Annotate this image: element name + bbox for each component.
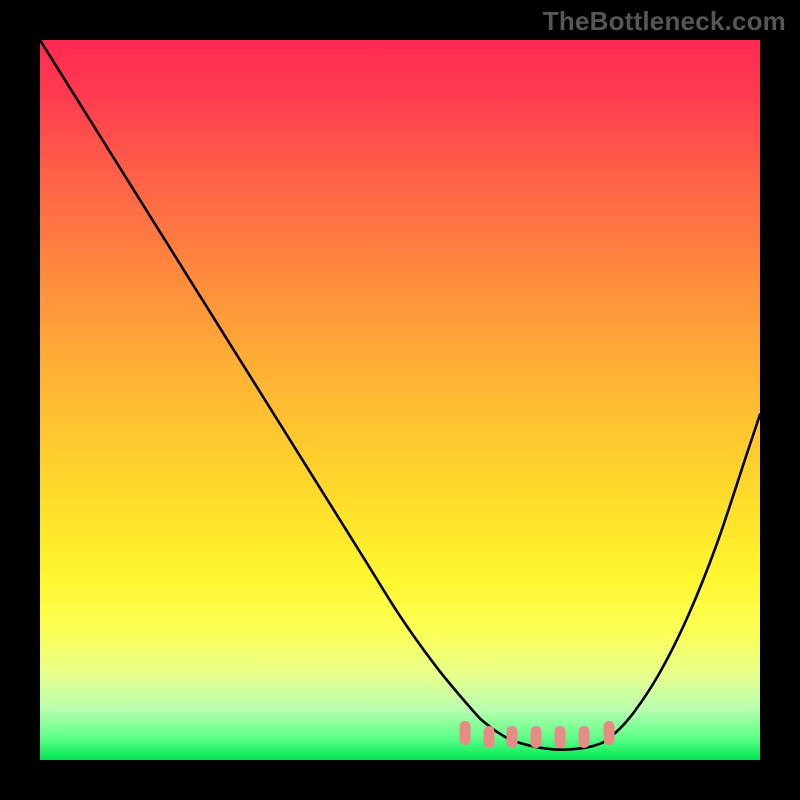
curve-svg: [40, 40, 760, 760]
optimal-marker: [603, 721, 614, 745]
plot-area: [40, 40, 760, 760]
optimal-marker: [578, 726, 589, 748]
optimal-marker: [459, 721, 470, 745]
optimal-marker: [531, 726, 542, 748]
bottleneck-curve: [40, 40, 760, 750]
optimal-marker: [483, 726, 494, 748]
attribution-label: TheBottleneck.com: [543, 6, 786, 37]
optimal-marker: [554, 726, 565, 748]
chart-container: TheBottleneck.com: [0, 0, 800, 800]
optimal-marker: [507, 726, 518, 748]
